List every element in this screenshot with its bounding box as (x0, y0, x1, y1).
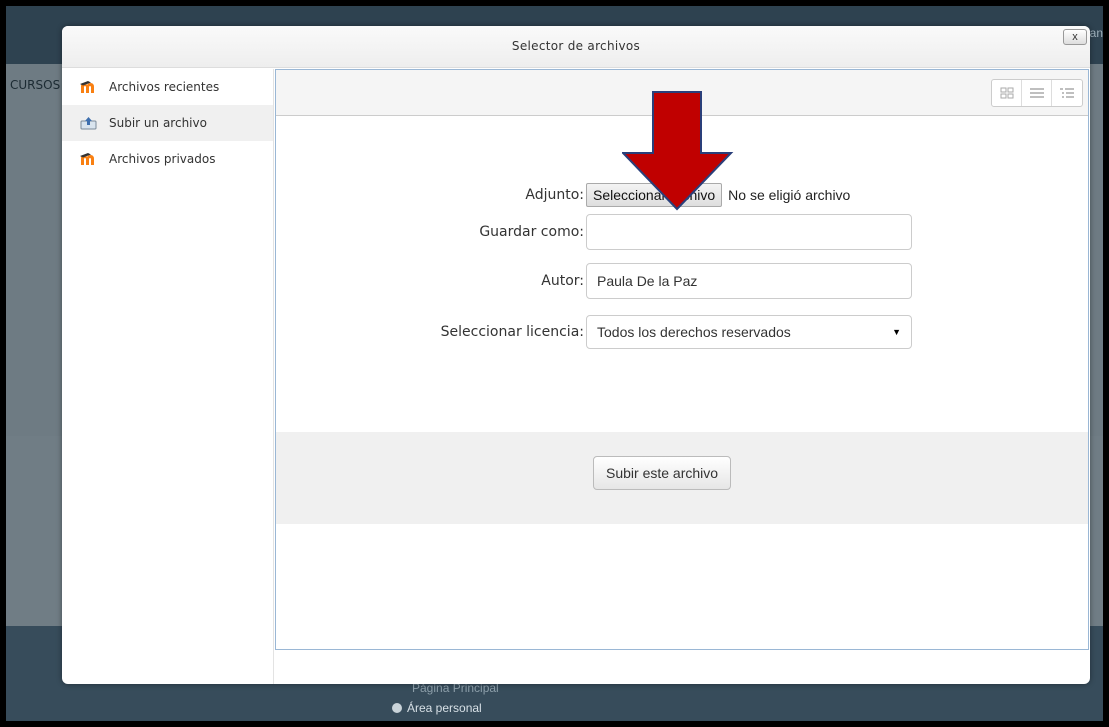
list-icon (1029, 88, 1044, 98)
background-nav-cursos: CURSOS (10, 78, 61, 92)
author-label: Autor: (541, 273, 584, 289)
attachment-row: Adjunto: Seleccionar archivo No se eligi… (276, 183, 850, 207)
icons-view-button[interactable] (992, 80, 1022, 106)
view-switcher (991, 79, 1083, 107)
tree-icon (1060, 88, 1074, 98)
save-as-input[interactable] (586, 214, 912, 250)
file-status-text: No se eligió archivo (728, 187, 851, 203)
sidebar-item-label: Archivos recientes (109, 80, 220, 94)
save-as-label: Guardar como: (479, 224, 584, 240)
dialog-title: Selector de archivos (511, 39, 641, 53)
repository-sidebar: Archivos recientes Subir un archivo Arch… (62, 69, 274, 684)
moodle-logo-icon (80, 152, 97, 166)
author-row: Autor: (276, 263, 912, 299)
sidebar-item-label: Archivos privados (109, 152, 216, 166)
footer-link-personal-area-label: Área personal (407, 701, 482, 715)
annotation-arrow-icon (622, 91, 734, 211)
license-selected-value: Todos los derechos reservados (597, 324, 791, 340)
moodle-logo-icon (80, 80, 97, 94)
upload-icon (80, 116, 97, 130)
save-as-row: Guardar como: (276, 214, 912, 250)
tree-view-button[interactable] (1052, 80, 1082, 106)
upload-actions-area: Subir este archivo (276, 432, 1088, 524)
grid-icon (1000, 87, 1013, 99)
dropdown-arrow-icon: ▼ (892, 327, 901, 337)
upload-file-button[interactable]: Subir este archivo (593, 456, 732, 490)
sidebar-item-upload-file[interactable]: Subir un archivo (62, 105, 273, 141)
footer-link-personal-area: Área personal (392, 701, 482, 715)
close-button[interactable]: x (1063, 29, 1087, 45)
license-label: Seleccionar licencia: (440, 324, 584, 340)
list-view-button[interactable] (1022, 80, 1052, 106)
author-input[interactable] (586, 263, 912, 299)
file-picker-dialog: Selector de archivos x Archivos reciente… (62, 26, 1090, 684)
sidebar-item-label: Subir un archivo (109, 116, 207, 130)
dialog-header: Selector de archivos x (62, 26, 1090, 68)
bullet-icon (392, 703, 402, 713)
license-row: Seleccionar licencia: Todos los derechos… (276, 315, 912, 349)
sidebar-item-private-files[interactable]: Archivos privados (62, 141, 273, 177)
attachment-label: Adjunto: (525, 187, 584, 203)
license-select[interactable]: Todos los derechos reservados ▼ (586, 315, 912, 349)
sidebar-item-recent-files[interactable]: Archivos recientes (62, 69, 273, 105)
